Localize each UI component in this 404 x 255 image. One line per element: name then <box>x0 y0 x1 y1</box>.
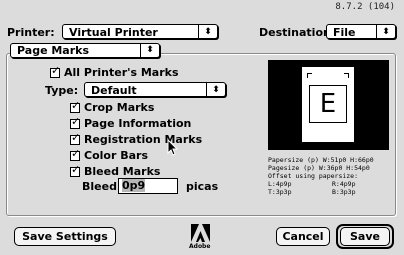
all-printers-marks-label: All Printer's Marks <box>64 66 179 79</box>
bleed-marks-checkbox[interactable]: Bleed Marks <box>70 164 161 178</box>
page-information-label: Page Information <box>84 117 192 130</box>
cancel-button[interactable]: Cancel <box>276 227 330 246</box>
popup-arrows-icon: ⬍ <box>206 83 225 96</box>
type-label: Type: <box>45 84 79 97</box>
registration-marks-label: Registration Marks <box>84 133 203 146</box>
bleed-unit-label: picas <box>186 180 219 193</box>
type-popup[interactable]: Default ⬍ <box>84 82 226 97</box>
popup-arrows-icon: ⬍ <box>198 25 217 38</box>
registration-marks-checkbox[interactable]: Registration Marks <box>70 132 203 146</box>
version-label: 8.7.2 (104) <box>335 2 395 12</box>
printer-popup[interactable]: Virtual Printer ⬍ <box>62 24 218 39</box>
destination-label: Destination: <box>259 26 336 39</box>
offset-row-tb: T:3p3p B:3p3p <box>268 188 396 196</box>
papersize-info: Papersize (p) W:51p0 H:66p0 <box>268 156 374 164</box>
preview-info: Papersize (p) W:51p0 H:66p0 Pagesize (p)… <box>268 156 396 196</box>
offset-info: Offset using papersize: <box>268 172 359 180</box>
offset-top: T:3p3p <box>268 188 292 196</box>
checkbox-checked-icon <box>70 148 80 161</box>
panel-popup-value: Page Marks <box>17 44 90 57</box>
offset-left: L:4p9p <box>268 180 292 188</box>
offset-row-lr: L:4p9p R:4p9p <box>268 180 396 188</box>
destination-popup[interactable]: File ⬍ <box>326 24 396 39</box>
type-popup-value: Default <box>91 84 137 97</box>
bleed-marks-label: Bleed Marks <box>84 165 161 178</box>
checkbox-checked-icon <box>70 100 80 113</box>
mouse-pointer-icon <box>167 139 179 156</box>
offset-right: R:4p9p <box>332 180 356 188</box>
printer-label: Printer: <box>7 26 55 39</box>
adobe-logo-text: Adobe <box>189 243 211 250</box>
all-printers-marks-checkbox[interactable]: All Printer's Marks <box>50 65 179 79</box>
preview-page: E <box>302 67 354 142</box>
popup-arrows-icon: ⬍ <box>376 25 395 38</box>
checkbox-checked-icon <box>50 65 60 78</box>
popup-arrows-icon: ⬍ <box>140 44 159 57</box>
checkbox-checked-icon <box>70 116 80 129</box>
bleed-input-value: 0p9 <box>122 179 146 192</box>
pagesize-info: Pagesize (p) W:36p0 H:54p0 <box>268 164 370 172</box>
crop-marks-label: Crop Marks <box>84 101 155 114</box>
printer-popup-value: Virtual Printer <box>69 26 158 39</box>
preview-page-content: E <box>309 85 347 123</box>
page-preview: E <box>268 60 389 150</box>
save-button[interactable]: Save <box>340 227 390 246</box>
color-bars-checkbox[interactable]: Color Bars <box>70 148 148 162</box>
destination-popup-value: File <box>333 26 356 39</box>
offset-bottom: B:3p3p <box>332 188 356 196</box>
checkbox-checked-icon <box>70 164 80 177</box>
crop-marks-checkbox[interactable]: Crop Marks <box>70 100 155 114</box>
bleed-input[interactable]: 0p9 <box>118 178 178 194</box>
crop-mark <box>344 73 349 74</box>
bleed-label: Bleed: <box>82 180 122 193</box>
crop-mark <box>307 73 312 74</box>
color-bars-label: Color Bars <box>84 149 148 162</box>
page-information-checkbox[interactable]: Page Information <box>70 116 192 130</box>
save-settings-button[interactable]: Save Settings <box>14 227 116 246</box>
panel-popup[interactable]: Page Marks ⬍ <box>10 43 160 58</box>
checkbox-checked-icon <box>70 132 80 145</box>
